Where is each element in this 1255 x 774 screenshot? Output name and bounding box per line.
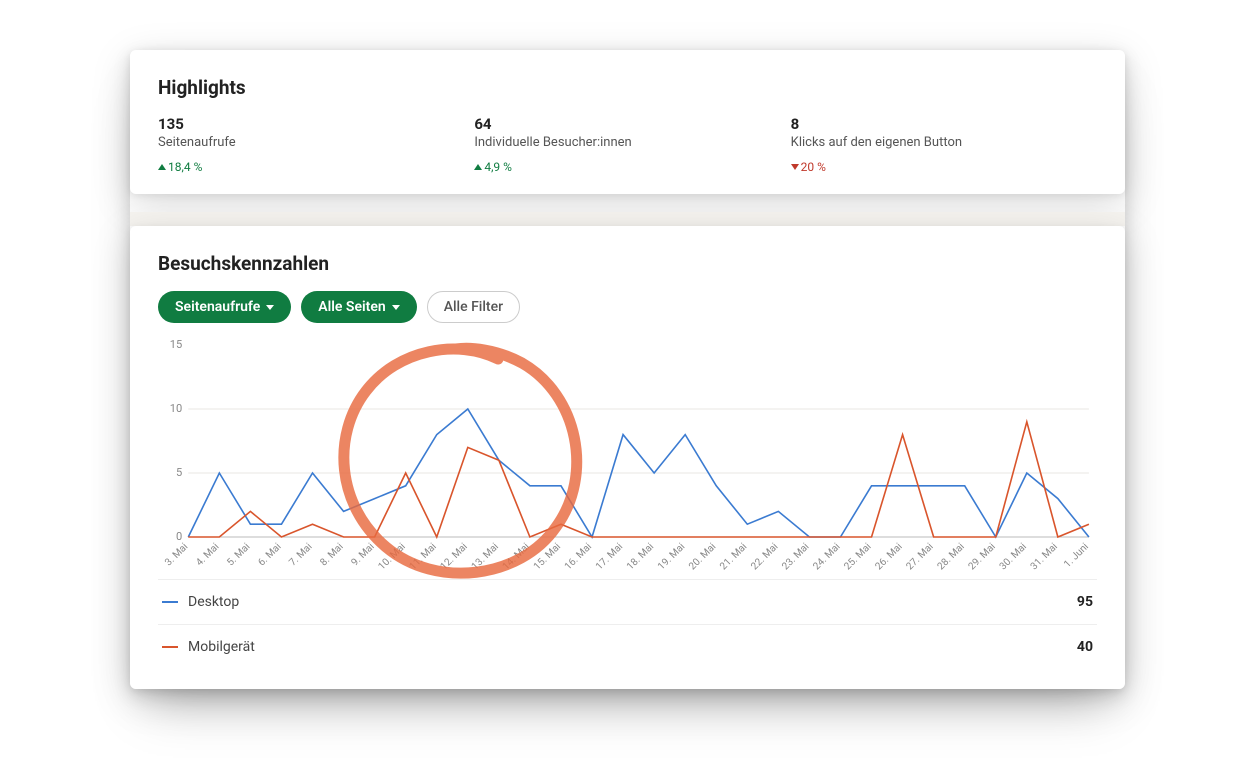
filter-row: Seitenaufrufe Alle Seiten Alle Filter xyxy=(158,291,1097,323)
highlight-button-clicks: 8 Klicks auf den eigenen Button 20 % xyxy=(791,115,1097,174)
highlight-value: 8 xyxy=(791,115,1097,133)
highlight-change: 4,9 % xyxy=(474,160,780,174)
svg-text:10. Mai: 10. Mai xyxy=(377,541,408,572)
svg-text:8. Mai: 8. Mai xyxy=(318,541,345,568)
highlight-label: Individuelle Besucher:innen xyxy=(474,135,780,150)
highlights-row: 135 Seitenaufrufe 18,4 % 64 Individuelle… xyxy=(158,115,1097,174)
svg-text:3. Mai: 3. Mai xyxy=(163,541,190,568)
svg-text:30. Mai: 30. Mai xyxy=(998,541,1029,572)
svg-text:15: 15 xyxy=(170,339,182,351)
svg-text:25. Mai: 25. Mai xyxy=(842,541,873,572)
svg-text:19. Mai: 19. Mai xyxy=(656,541,687,572)
svg-text:27. Mai: 27. Mai xyxy=(904,541,935,572)
svg-text:0: 0 xyxy=(176,530,182,543)
highlights-card: Highlights 135 Seitenaufrufe 18,4 % 64 I… xyxy=(130,50,1125,194)
legend-label: Mobilgerät xyxy=(188,639,255,655)
metrics-card: Besuchskennzahlen Seitenaufrufe Alle Sei… xyxy=(130,226,1125,689)
chevron-down-icon xyxy=(392,305,400,310)
highlight-value: 64 xyxy=(474,115,780,133)
card-gap xyxy=(130,212,1125,226)
triangle-up-icon xyxy=(474,164,482,170)
svg-text:21. Mai: 21. Mai xyxy=(718,541,749,572)
legend-total: 40 xyxy=(1077,639,1093,655)
svg-text:5. Mai: 5. Mai xyxy=(225,541,252,568)
filter-all-button[interactable]: Alle Filter xyxy=(427,291,520,323)
legend-row-desktop[interactable]: Desktop 95 xyxy=(158,579,1097,624)
svg-text:4. Mai: 4. Mai xyxy=(194,541,221,568)
legend-row-mobile[interactable]: Mobilgerät 40 xyxy=(158,624,1097,669)
svg-text:22. Mai: 22. Mai xyxy=(749,541,780,572)
chart-area: 0 5 10 15 3. Mai4. Mai5. Mai6. Mai7. Mai8. M… xyxy=(158,333,1097,579)
svg-text:9. Mai: 9. Mai xyxy=(349,541,376,568)
highlight-label: Klicks auf den eigenen Button xyxy=(791,135,1097,150)
triangle-up-icon xyxy=(158,164,166,170)
svg-text:10: 10 xyxy=(170,402,182,415)
filter-metric-dropdown[interactable]: Seitenaufrufe xyxy=(158,291,291,323)
svg-text:12. Mai: 12. Mai xyxy=(439,541,470,572)
svg-text:13. Mai: 13. Mai xyxy=(470,541,501,572)
svg-text:31. Mai: 31. Mai xyxy=(1029,541,1060,572)
triangle-down-icon xyxy=(791,164,799,170)
svg-text:24. Mai: 24. Mai xyxy=(811,541,842,572)
highlights-title: Highlights xyxy=(158,76,1097,99)
svg-text:17. Mai: 17. Mai xyxy=(594,541,625,572)
highlight-pageviews: 135 Seitenaufrufe 18,4 % xyxy=(158,115,464,174)
svg-text:14. Mai: 14. Mai xyxy=(501,541,532,572)
legend-total: 95 xyxy=(1077,594,1093,610)
highlight-visitors: 64 Individuelle Besucher:innen 4,9 % xyxy=(474,115,780,174)
svg-text:15. Mai: 15. Mai xyxy=(532,541,563,572)
svg-text:1. Juni: 1. Juni xyxy=(1062,541,1091,570)
svg-text:5: 5 xyxy=(176,466,182,479)
svg-text:16. Mai: 16. Mai xyxy=(563,541,594,572)
filter-pages-dropdown[interactable]: Alle Seiten xyxy=(301,291,416,323)
metrics-title: Besuchskennzahlen xyxy=(158,252,1097,275)
svg-text:28. Mai: 28. Mai xyxy=(936,541,967,572)
svg-text:6. Mai: 6. Mai xyxy=(256,541,283,568)
svg-text:11. Mai: 11. Mai xyxy=(408,541,439,572)
svg-text:23. Mai: 23. Mai xyxy=(780,541,811,572)
legend-swatch-icon xyxy=(162,601,178,603)
highlight-label: Seitenaufrufe xyxy=(158,135,464,150)
legend-label: Desktop xyxy=(188,594,239,610)
svg-text:18. Mai: 18. Mai xyxy=(625,541,656,572)
svg-text:26. Mai: 26. Mai xyxy=(873,541,904,572)
highlight-change: 18,4 % xyxy=(158,160,464,174)
highlight-change: 20 % xyxy=(791,160,1097,174)
legend-swatch-icon xyxy=(162,646,178,648)
highlight-value: 135 xyxy=(158,115,464,133)
svg-text:7. Mai: 7. Mai xyxy=(287,541,314,568)
line-chart: 0 5 10 15 3. Mai4. Mai5. Mai6. Mai7. Mai8. M… xyxy=(158,339,1097,579)
chevron-down-icon xyxy=(266,305,274,310)
svg-text:20. Mai: 20. Mai xyxy=(687,541,718,572)
svg-text:29. Mai: 29. Mai xyxy=(967,541,998,572)
